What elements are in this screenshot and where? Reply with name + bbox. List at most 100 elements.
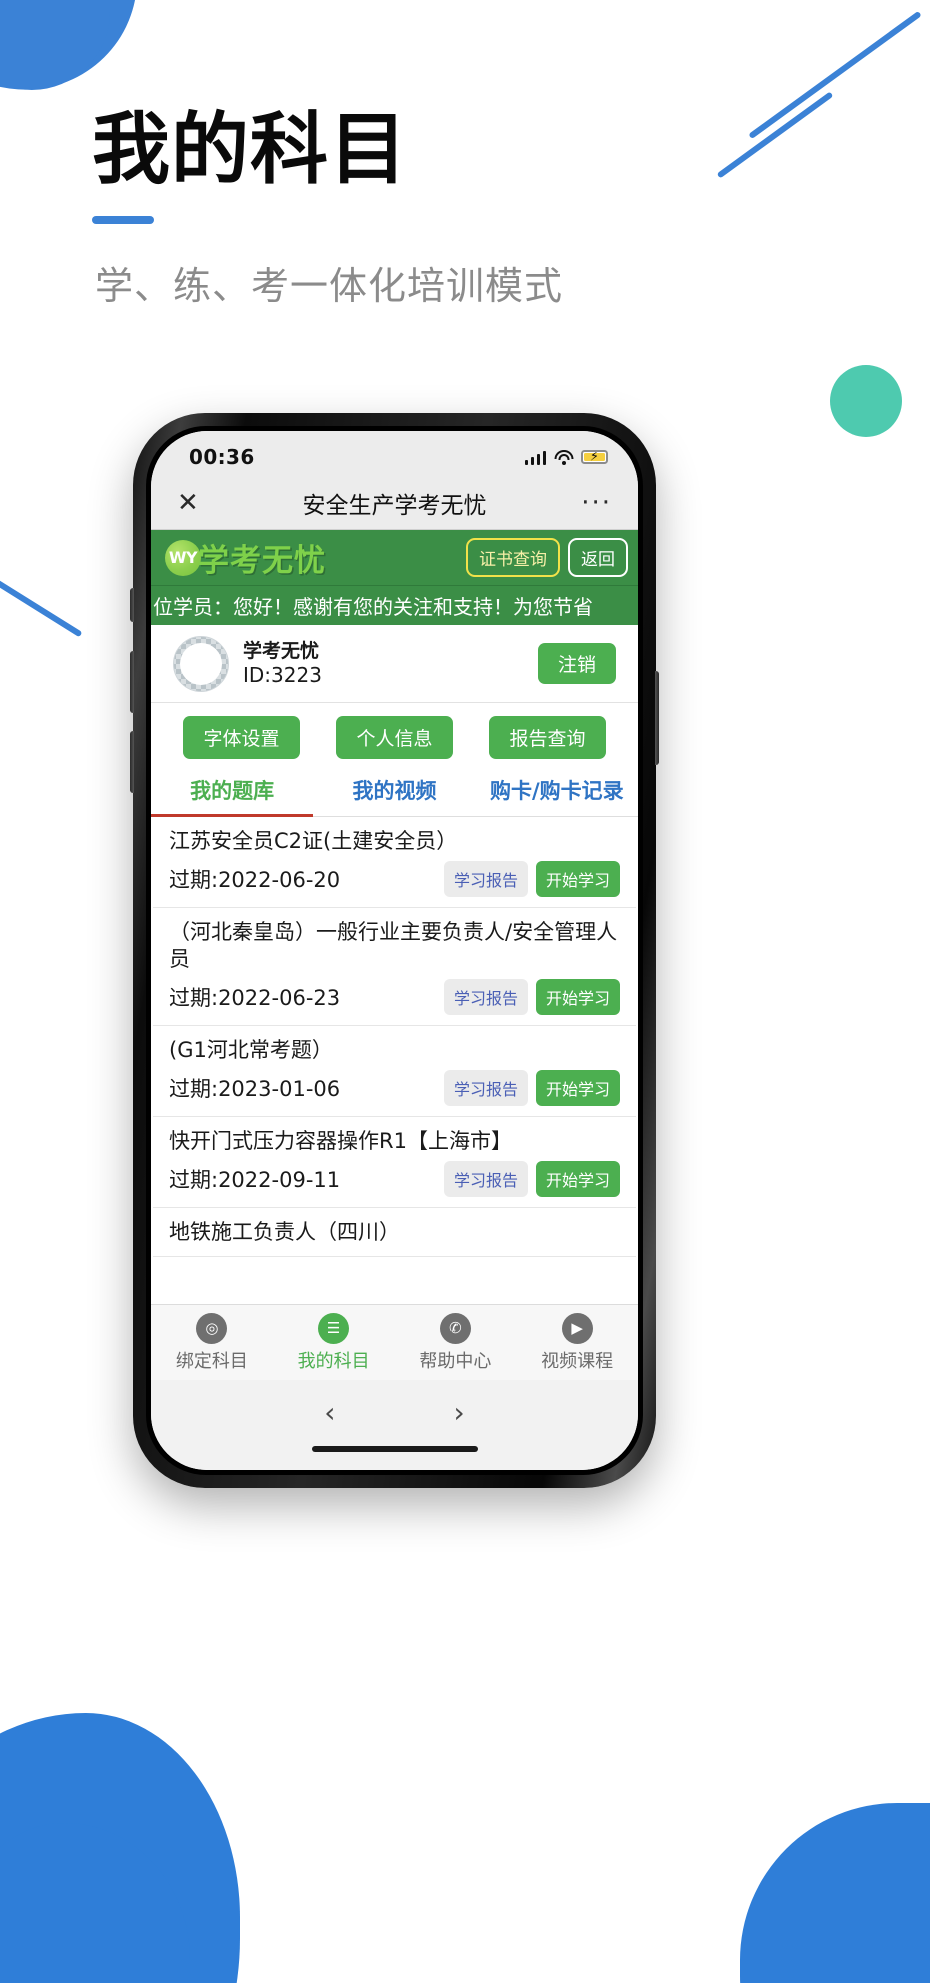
course-name: （河北秦皇岛）一般行业主要负责人/安全管理人员 xyxy=(169,919,618,972)
course-expiry: 过期:2022-09-11 xyxy=(169,1167,341,1192)
course-actions: 学习报告 开始学习 xyxy=(443,1160,620,1197)
start-study-button[interactable]: 开始学习 xyxy=(535,860,620,897)
study-report-button[interactable]: 学习报告 xyxy=(443,1069,528,1106)
course-name: 地铁施工负责人（四川） xyxy=(169,1219,400,1244)
decor-blob-top-left-2 xyxy=(0,0,110,90)
course-meta-row: 过期:2022-06-20 学习报告 开始学习 xyxy=(169,860,620,897)
tab-my-question-bank[interactable]: 我的题库 xyxy=(151,765,314,817)
more-options-icon[interactable]: ··· xyxy=(581,489,612,516)
phone-power-button xyxy=(655,671,659,765)
decor-line-top-right-2 xyxy=(716,91,834,179)
bind-subject-icon: ◎ xyxy=(196,1312,228,1344)
course-name: 快开门式压力容器操作R1【上海市】 xyxy=(169,1128,512,1153)
back-button[interactable]: 返回 xyxy=(568,538,628,577)
profile-section: 学考无忧 ID:3223 注销 xyxy=(151,625,638,703)
course-meta-row: 过期:2022-06-23 学习报告 开始学习 xyxy=(169,979,620,1016)
nav-label: 帮助中心 xyxy=(419,1350,492,1372)
cert-query-button[interactable]: 证书查询 xyxy=(466,538,560,577)
course-name: (G1河北常考题） xyxy=(169,1038,333,1063)
status-clock: 00:36 xyxy=(189,445,255,469)
wifi-icon xyxy=(554,449,573,465)
profile-info: 学考无忧 ID:3223 xyxy=(243,639,322,689)
course-actions: 学习报告 开始学习 xyxy=(443,1069,620,1106)
course-item[interactable]: 江苏安全员C2证(土建安全员） 过期:2022-06-20 学习报告 开始学习 xyxy=(153,817,636,908)
nav-label: 绑定科目 xyxy=(175,1350,248,1372)
start-study-button[interactable]: 开始学习 xyxy=(535,979,620,1016)
phone-mute-switch xyxy=(130,588,134,622)
battery-charging-icon: ⚡ xyxy=(581,450,608,464)
study-report-button[interactable]: 学习报告 xyxy=(443,860,528,897)
profile-name: 学考无忧 xyxy=(243,639,320,662)
avatar[interactable] xyxy=(173,635,229,692)
brand-logo-text: 学考无忧 xyxy=(198,543,326,579)
decor-blob-bottom-left xyxy=(0,1713,240,1983)
phone-screen: 00:36 ⚡ ✕ 安全生产学考无忧 ··· WY 学考无忧 证书查询 返回 位… xyxy=(151,431,638,1470)
nav-label: 我的科目 xyxy=(297,1350,370,1372)
page-title: 我的科目 xyxy=(92,105,409,195)
video-course-icon: ▶ xyxy=(561,1312,593,1344)
app-title: 安全生产学考无忧 xyxy=(302,493,487,519)
signal-bars-icon xyxy=(524,450,546,465)
chevron-right-icon[interactable]: › xyxy=(454,1396,465,1429)
hero-section: 我的科目 xyxy=(92,105,409,224)
font-settings-button[interactable]: 字体设置 xyxy=(183,716,300,759)
tab-my-videos[interactable]: 我的视频 xyxy=(313,765,475,816)
action-buttons-row: 字体设置 个人信息 报告查询 xyxy=(151,703,638,765)
tab-bar: 我的题库 我的视频 购卡/购卡记录 xyxy=(151,765,638,817)
my-subject-icon: ☰ xyxy=(318,1312,350,1344)
start-study-button[interactable]: 开始学习 xyxy=(535,1160,620,1197)
course-actions: 学习报告 开始学习 xyxy=(443,979,620,1016)
course-item[interactable]: 地铁施工负责人（四川） xyxy=(153,1208,636,1258)
course-expiry: 过期:2022-06-23 xyxy=(169,986,341,1011)
course-meta-row: 过期:2022-09-11 学习报告 开始学习 xyxy=(169,1160,620,1197)
study-report-button[interactable]: 学习报告 xyxy=(443,1160,528,1197)
logout-button[interactable]: 注销 xyxy=(537,643,616,684)
home-indicator[interactable] xyxy=(311,1446,478,1452)
decor-circle-teal xyxy=(830,365,902,437)
status-bar: 00:36 ⚡ xyxy=(151,431,638,477)
decor-blob-top-left xyxy=(0,0,152,105)
nav-item-video-course[interactable]: ▶ 视频课程 xyxy=(516,1312,638,1373)
help-center-icon: ✆ xyxy=(439,1312,471,1344)
course-expiry: 过期:2022-06-20 xyxy=(169,867,341,892)
nav-item-help-center[interactable]: ✆ 帮助中心 xyxy=(395,1312,517,1373)
personal-info-button[interactable]: 个人信息 xyxy=(336,716,453,759)
profile-id: ID:3223 xyxy=(243,662,322,687)
course-actions: 学习报告 开始学习 xyxy=(443,860,620,897)
course-item[interactable]: （河北秦皇岛）一般行业主要负责人/安全管理人员 过期:2022-06-23 学习… xyxy=(153,908,636,1027)
browser-nav-bar: ‹ › xyxy=(151,1380,638,1444)
nav-label: 视频课程 xyxy=(541,1350,614,1372)
course-item[interactable]: 快开门式压力容器操作R1【上海市】 过期:2022-09-11 学习报告 开始学… xyxy=(153,1117,636,1208)
decor-line-top-right-1 xyxy=(748,10,922,140)
brand-actions: 证书查询 返回 xyxy=(466,538,628,577)
report-query-button[interactable]: 报告查询 xyxy=(489,716,606,759)
course-expiry: 过期:2023-01-06 xyxy=(169,1076,341,1101)
tab-purchase-records[interactable]: 购卡/购卡记录 xyxy=(476,765,638,816)
phone-bezel: 00:36 ⚡ ✕ 安全生产学考无忧 ··· WY 学考无忧 证书查询 返回 位… xyxy=(146,426,643,1475)
course-meta-row: 过期:2023-01-06 学习报告 开始学习 xyxy=(169,1069,620,1106)
nav-item-my-subject[interactable]: ☰ 我的科目 xyxy=(273,1312,395,1373)
course-list[interactable]: 江苏安全员C2证(土建安全员） 过期:2022-06-20 学习报告 开始学习 … xyxy=(151,817,638,1304)
brand-header: WY 学考无忧 证书查询 返回 xyxy=(151,529,638,585)
nav-item-bind-subject[interactable]: ◎ 绑定科目 xyxy=(151,1312,273,1373)
status-icons: ⚡ xyxy=(524,449,608,465)
phone-volume-down-button xyxy=(130,731,134,793)
app-title-bar: ✕ 安全生产学考无忧 ··· xyxy=(151,477,638,529)
decor-line-left xyxy=(0,568,83,638)
notice-marquee: 位学员：您好！感谢有您的关注和支持！为您节省 xyxy=(151,585,638,625)
phone-volume-up-button xyxy=(130,651,134,713)
decor-blob-bottom-right xyxy=(740,1803,930,1983)
chevron-left-icon[interactable]: ‹ xyxy=(324,1396,335,1429)
title-accent-rule xyxy=(92,215,154,224)
home-indicator-bar xyxy=(151,1444,638,1470)
page-subtitle: 学、练、考一体化培训模式 xyxy=(95,264,564,308)
course-name: 江苏安全员C2证(土建安全员） xyxy=(169,829,458,853)
decor-blob-bottom-left-2 xyxy=(0,1823,190,1983)
study-report-button[interactable]: 学习报告 xyxy=(443,979,528,1016)
start-study-button[interactable]: 开始学习 xyxy=(535,1069,620,1106)
brand-logo: WY 学考无忧 xyxy=(165,535,326,580)
bottom-navigation: ◎ 绑定科目 ☰ 我的科目 ✆ 帮助中心 ▶ 视频课程 xyxy=(151,1304,638,1380)
course-item[interactable]: (G1河北常考题） 过期:2023-01-06 学习报告 开始学习 xyxy=(153,1026,636,1117)
phone-mockup: 00:36 ⚡ ✕ 安全生产学考无忧 ··· WY 学考无忧 证书查询 返回 位… xyxy=(130,413,659,1488)
logo-mark-icon: WY xyxy=(165,539,201,576)
